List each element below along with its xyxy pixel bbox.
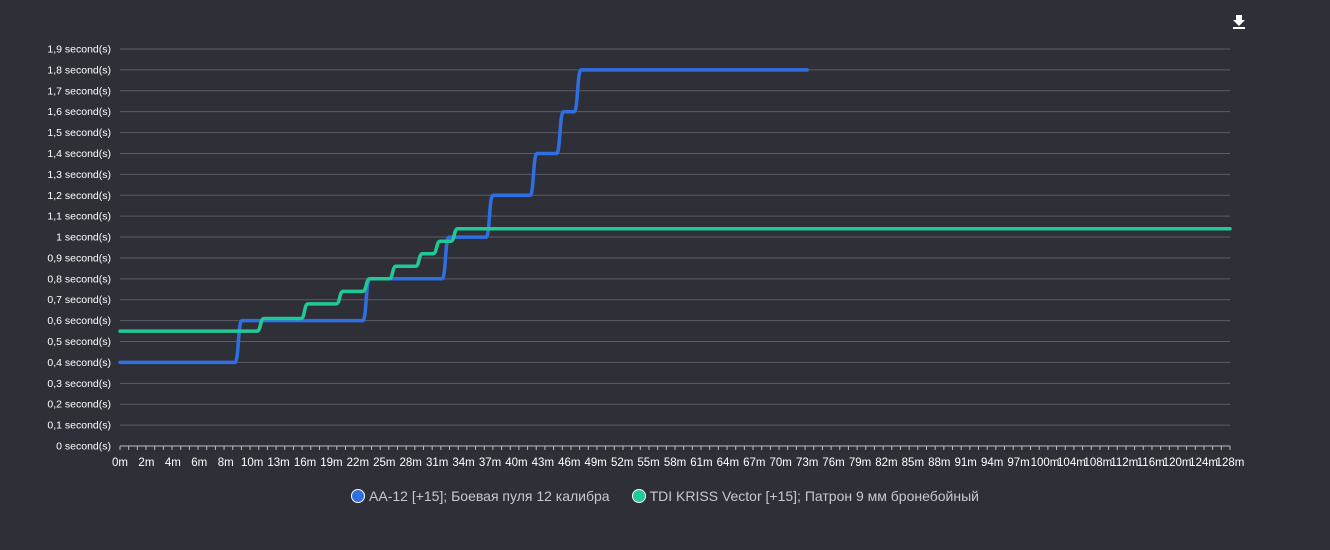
x-tick-label: 61m: [690, 457, 712, 469]
y-tick-label: 1,3 second(s): [47, 169, 111, 181]
legend-marker-icon: [351, 489, 366, 503]
legend-item-aa12[interactable]: AA-12 [+15]; Боевая пуля 12 калибра: [351, 486, 610, 506]
x-tick-label: 19m: [320, 457, 342, 469]
y-tick-label: 0 second(s): [56, 441, 111, 453]
x-tick-label: 34m: [452, 457, 474, 469]
y-tick-label: 1,1 second(s): [47, 211, 111, 223]
x-tick-label: 43m: [532, 457, 554, 469]
x-tick-label: 22m: [347, 457, 369, 469]
y-tick-label: 0,8 second(s): [47, 273, 111, 285]
x-tick-label: 28m: [400, 457, 422, 469]
legend-item-kriss-vector[interactable]: TDI KRISS Vector [+15]; Патрон 9 мм брон…: [631, 486, 979, 506]
x-tick-label: 82m: [875, 457, 897, 469]
x-tick-label: 16m: [294, 457, 316, 469]
y-tick-label: 0,3 second(s): [47, 378, 111, 390]
x-tick-label: 128m: [1216, 457, 1245, 469]
x-tick-label: 73m: [796, 457, 818, 469]
x-tick-label: 6m: [191, 457, 207, 469]
y-tick-label: 0,4 second(s): [47, 357, 111, 369]
x-tick-label: 0m: [112, 457, 128, 469]
y-axis-ticks: 0 second(s) 0,1 second(s) 0,2 second(s) 0,3…: [47, 44, 111, 453]
y-tick-label: 1,2 second(s): [47, 190, 111, 202]
x-tick-label: 2m: [138, 457, 154, 469]
x-tick-label: 124m: [1189, 457, 1218, 469]
chart-legend: AA-12 [+15]; Боевая пуля 12 калибра TDI …: [0, 486, 1330, 506]
y-tick-label: 1,5 second(s): [47, 127, 111, 139]
x-tick-label: 76m: [822, 457, 844, 469]
y-tick-label: 0,7 second(s): [47, 294, 111, 306]
x-tick-label: 25m: [373, 457, 395, 469]
y-tick-label: 1,8 second(s): [47, 64, 111, 76]
y-tick-label: 0,1 second(s): [47, 420, 111, 432]
x-tick-label: 100m: [1031, 457, 1060, 469]
x-tick-label: 64m: [717, 457, 739, 469]
x-tick-label: 104m: [1057, 457, 1086, 469]
x-tick-label: 116m: [1137, 457, 1165, 469]
y-tick-label: 1,9 second(s): [47, 44, 111, 56]
x-tick-label: 4m: [165, 457, 181, 469]
y-tick-label: 0,2 second(s): [47, 399, 111, 411]
y-tick-label: 0,9 second(s): [47, 252, 111, 264]
series-line-2: [118, 226, 1232, 333]
x-tick-label: 97m: [1007, 457, 1029, 469]
x-tick-label: 13m: [267, 457, 289, 469]
x-tick-label: 55m: [637, 457, 659, 469]
legend-label: AA-12 [+15]; Боевая пуля 12 калибра: [369, 488, 610, 504]
x-tick-label: 40m: [505, 457, 527, 469]
x-tick-label: 88m: [928, 457, 950, 469]
x-tick-label: 94m: [981, 457, 1003, 469]
line-chart: 0 second(s) 0,1 second(s) 0,2 second(s) 0,3…: [47, 44, 1244, 470]
x-tick-label: 112m: [1110, 457, 1138, 469]
x-tick-label: 37m: [479, 457, 501, 469]
x-tick-label: 49m: [585, 457, 607, 469]
x-tick-label: 52m: [611, 457, 633, 469]
x-tick-label: 58m: [664, 457, 686, 469]
x-tick-label: 91m: [955, 457, 977, 469]
y-tick-label: 1,4 second(s): [47, 148, 111, 160]
legend-label: TDI KRISS Vector [+15]; Патрон 9 мм брон…: [649, 488, 979, 504]
chart-grid: [120, 48, 1230, 447]
x-axis: 0m 2m 4m 6m 8m 10m 13m 16m 19m 22m 25m 28m 31m 34m 37m…: [112, 446, 1244, 469]
x-tick-label: 79m: [849, 457, 871, 469]
x-tick-label: 8m: [218, 457, 234, 469]
y-tick-label: 1,6 second(s): [47, 106, 111, 118]
x-tick-label: 31m: [426, 457, 448, 469]
y-tick-label: 1 second(s): [56, 232, 111, 244]
x-tick-label: 120m: [1163, 457, 1192, 469]
x-tick-label: 67m: [743, 457, 765, 469]
x-tick-label: 70m: [770, 457, 792, 469]
x-tick-label: 46m: [558, 457, 580, 469]
y-tick-label: 1,7 second(s): [47, 85, 111, 97]
y-tick-label: 0,5 second(s): [47, 336, 111, 348]
x-tick-label: 10m: [241, 457, 263, 469]
x-tick-label: 85m: [902, 457, 924, 469]
legend-marker-icon: [631, 489, 646, 503]
x-tick-label: 108m: [1083, 457, 1112, 469]
y-tick-label: 0,6 second(s): [47, 315, 111, 327]
